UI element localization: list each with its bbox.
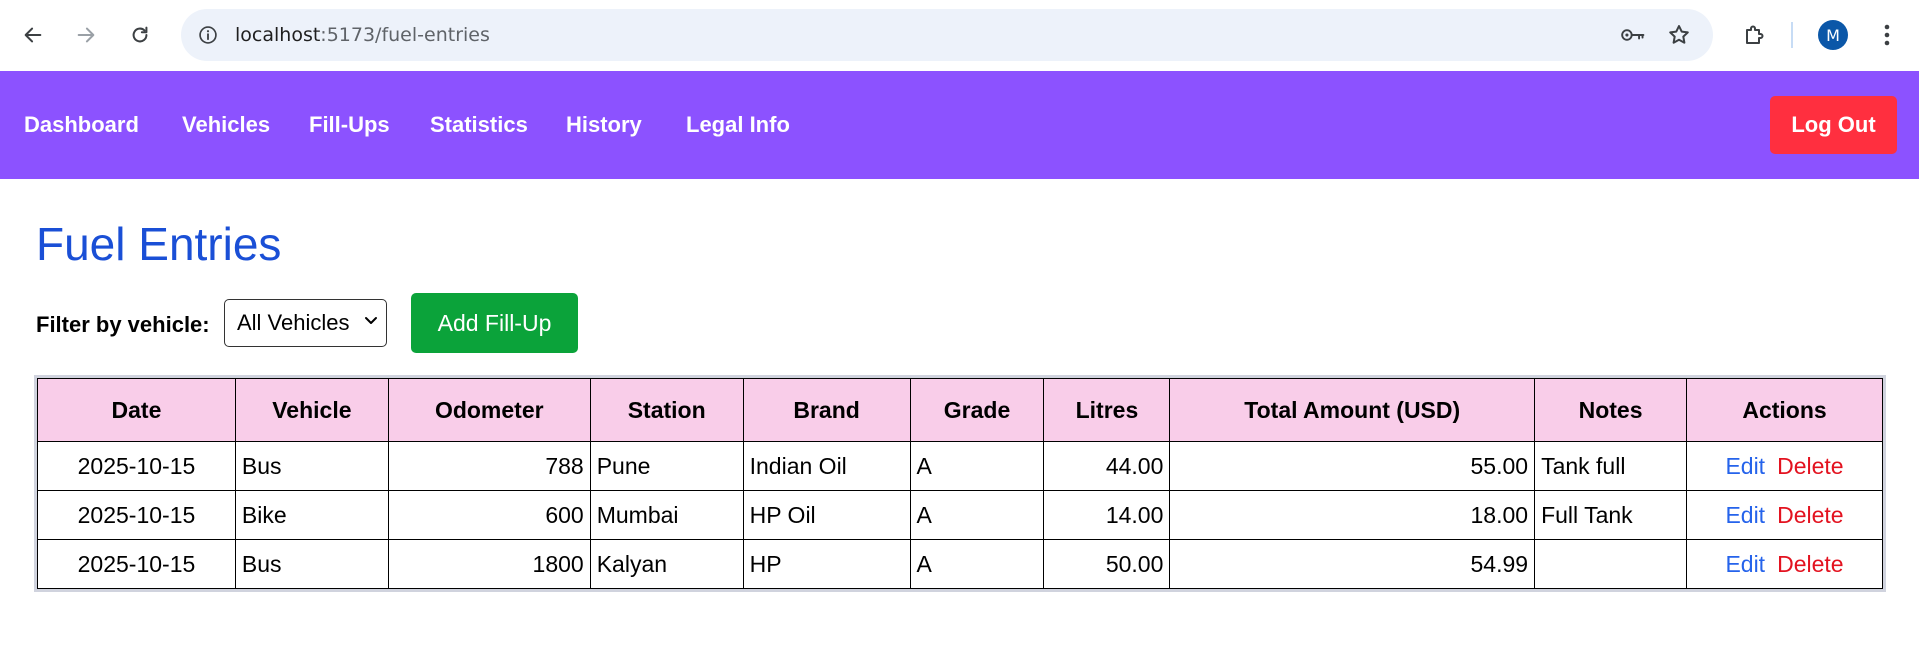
page-title: Fuel Entries xyxy=(36,218,282,270)
filter-label: Filter by vehicle: xyxy=(36,312,210,337)
cell-brand: Indian Oil xyxy=(742,441,911,491)
header-actions: Actions xyxy=(1686,378,1883,442)
cell-vehicle: Bus xyxy=(234,441,389,491)
nav-link-legal-info[interactable]: Legal Info xyxy=(686,109,790,141)
header-total-amount: Total Amount (USD) xyxy=(1169,378,1536,442)
cell-notes xyxy=(1534,539,1687,589)
nav-link-statistics[interactable]: Statistics xyxy=(430,109,528,141)
cell-station: Mumbai xyxy=(589,490,744,540)
toolbar-divider xyxy=(1791,22,1793,48)
header-brand: Brand xyxy=(742,378,911,442)
table-row: 2025-10-15 Bus 1800 Kalyan HP A 50.00 54… xyxy=(37,539,1883,589)
cell-date: 2025-10-15 xyxy=(37,539,236,589)
back-button[interactable] xyxy=(15,17,51,53)
cell-litres: 50.00 xyxy=(1043,539,1171,589)
chevron-down-icon xyxy=(365,317,377,324)
nav-link-dashboard[interactable]: Dashboard xyxy=(24,109,139,141)
kebab-menu-icon xyxy=(1884,24,1890,46)
nav-link-vehicles[interactable]: Vehicles xyxy=(182,109,270,141)
cell-total-amount: 55.00 xyxy=(1169,441,1536,491)
profile-avatar[interactable]: M xyxy=(1818,20,1848,50)
cell-station: Pune xyxy=(589,441,744,491)
cell-total-amount: 18.00 xyxy=(1169,490,1536,540)
app-navbar: Dashboard Vehicles Fill-Ups Statistics H… xyxy=(0,71,1919,179)
star-icon xyxy=(1669,25,1689,44)
browser-menu-button[interactable] xyxy=(1872,17,1902,53)
add-fill-up-button[interactable]: Add Fill-Up xyxy=(411,293,578,353)
cell-date: 2025-10-15 xyxy=(37,441,236,491)
puzzle-icon xyxy=(1746,25,1764,44)
cell-actions: Edit Delete xyxy=(1686,539,1883,589)
header-station: Station xyxy=(589,378,744,442)
key-icon xyxy=(1621,29,1645,41)
nav-link-history[interactable]: History xyxy=(566,109,642,141)
header-vehicle: Vehicle xyxy=(234,378,389,442)
cell-date: 2025-10-15 xyxy=(37,490,236,540)
delete-link[interactable]: Delete xyxy=(1777,453,1843,479)
cell-actions: Edit Delete xyxy=(1686,490,1883,540)
address-bar[interactable]: localhost:5173/fuel-entries xyxy=(181,9,1713,61)
cell-litres: 14.00 xyxy=(1043,490,1171,540)
cell-vehicle: Bus xyxy=(234,539,389,589)
url-host: localhost xyxy=(235,24,321,46)
cell-grade: A xyxy=(909,539,1045,589)
cell-litres: 44.00 xyxy=(1043,441,1171,491)
nav-link-fill-ups[interactable]: Fill-Ups xyxy=(309,109,390,141)
header-odometer: Odometer xyxy=(387,378,591,442)
table-header-row: Date Vehicle Odometer Station Brand Grad… xyxy=(37,378,1883,442)
edit-link[interactable]: Edit xyxy=(1725,551,1765,577)
cell-odometer: 1800 xyxy=(387,539,591,589)
edit-link[interactable]: Edit xyxy=(1725,453,1765,479)
edit-link[interactable]: Edit xyxy=(1725,502,1765,528)
cell-total-amount: 54.99 xyxy=(1169,539,1536,589)
logout-button[interactable]: Log Out xyxy=(1770,96,1897,154)
forward-button[interactable] xyxy=(68,17,104,53)
cell-odometer: 600 xyxy=(387,490,591,540)
cell-notes: Tank full xyxy=(1534,441,1687,491)
header-notes: Notes xyxy=(1534,378,1687,442)
browser-toolbar: localhost:5173/fuel-entries M xyxy=(0,0,1919,71)
fuel-entries-table: Date Vehicle Odometer Station Brand Grad… xyxy=(34,375,1886,592)
cell-grade: A xyxy=(909,441,1045,491)
url-text: localhost:5173/fuel-entries xyxy=(235,22,490,48)
cell-station: Kalyan xyxy=(589,539,744,589)
header-date: Date xyxy=(37,378,236,442)
cell-notes: Full Tank xyxy=(1534,490,1687,540)
arrow-right-icon xyxy=(77,27,95,43)
cell-brand: HP xyxy=(742,539,911,589)
password-button[interactable] xyxy=(1619,22,1647,48)
vehicle-filter-value: All Vehicles xyxy=(237,310,350,335)
cell-actions: Edit Delete xyxy=(1686,441,1883,491)
cell-brand: HP Oil xyxy=(742,490,911,540)
reload-button[interactable] xyxy=(122,17,158,53)
vehicle-filter-select[interactable]: All Vehicles xyxy=(224,299,387,347)
site-info-button[interactable] xyxy=(195,22,221,48)
table-row: 2025-10-15 Bike 600 Mumbai HP Oil A 14.0… xyxy=(37,490,1883,540)
table-row: 2025-10-15 Bus 788 Pune Indian Oil A 44.… xyxy=(37,441,1883,491)
cell-vehicle: Bike xyxy=(234,490,389,540)
header-grade: Grade xyxy=(909,378,1045,442)
cell-grade: A xyxy=(909,490,1045,540)
avatar-letter: M xyxy=(1826,25,1840,45)
extensions-button[interactable] xyxy=(1736,17,1772,53)
delete-link[interactable]: Delete xyxy=(1777,502,1843,528)
info-icon xyxy=(199,26,217,44)
cell-odometer: 788 xyxy=(387,441,591,491)
arrow-left-icon xyxy=(24,27,42,43)
delete-link[interactable]: Delete xyxy=(1777,551,1843,577)
reload-icon xyxy=(132,26,148,43)
bookmark-button[interactable] xyxy=(1665,21,1693,49)
header-litres: Litres xyxy=(1043,378,1171,442)
url-path: :5173/fuel-entries xyxy=(320,24,490,46)
